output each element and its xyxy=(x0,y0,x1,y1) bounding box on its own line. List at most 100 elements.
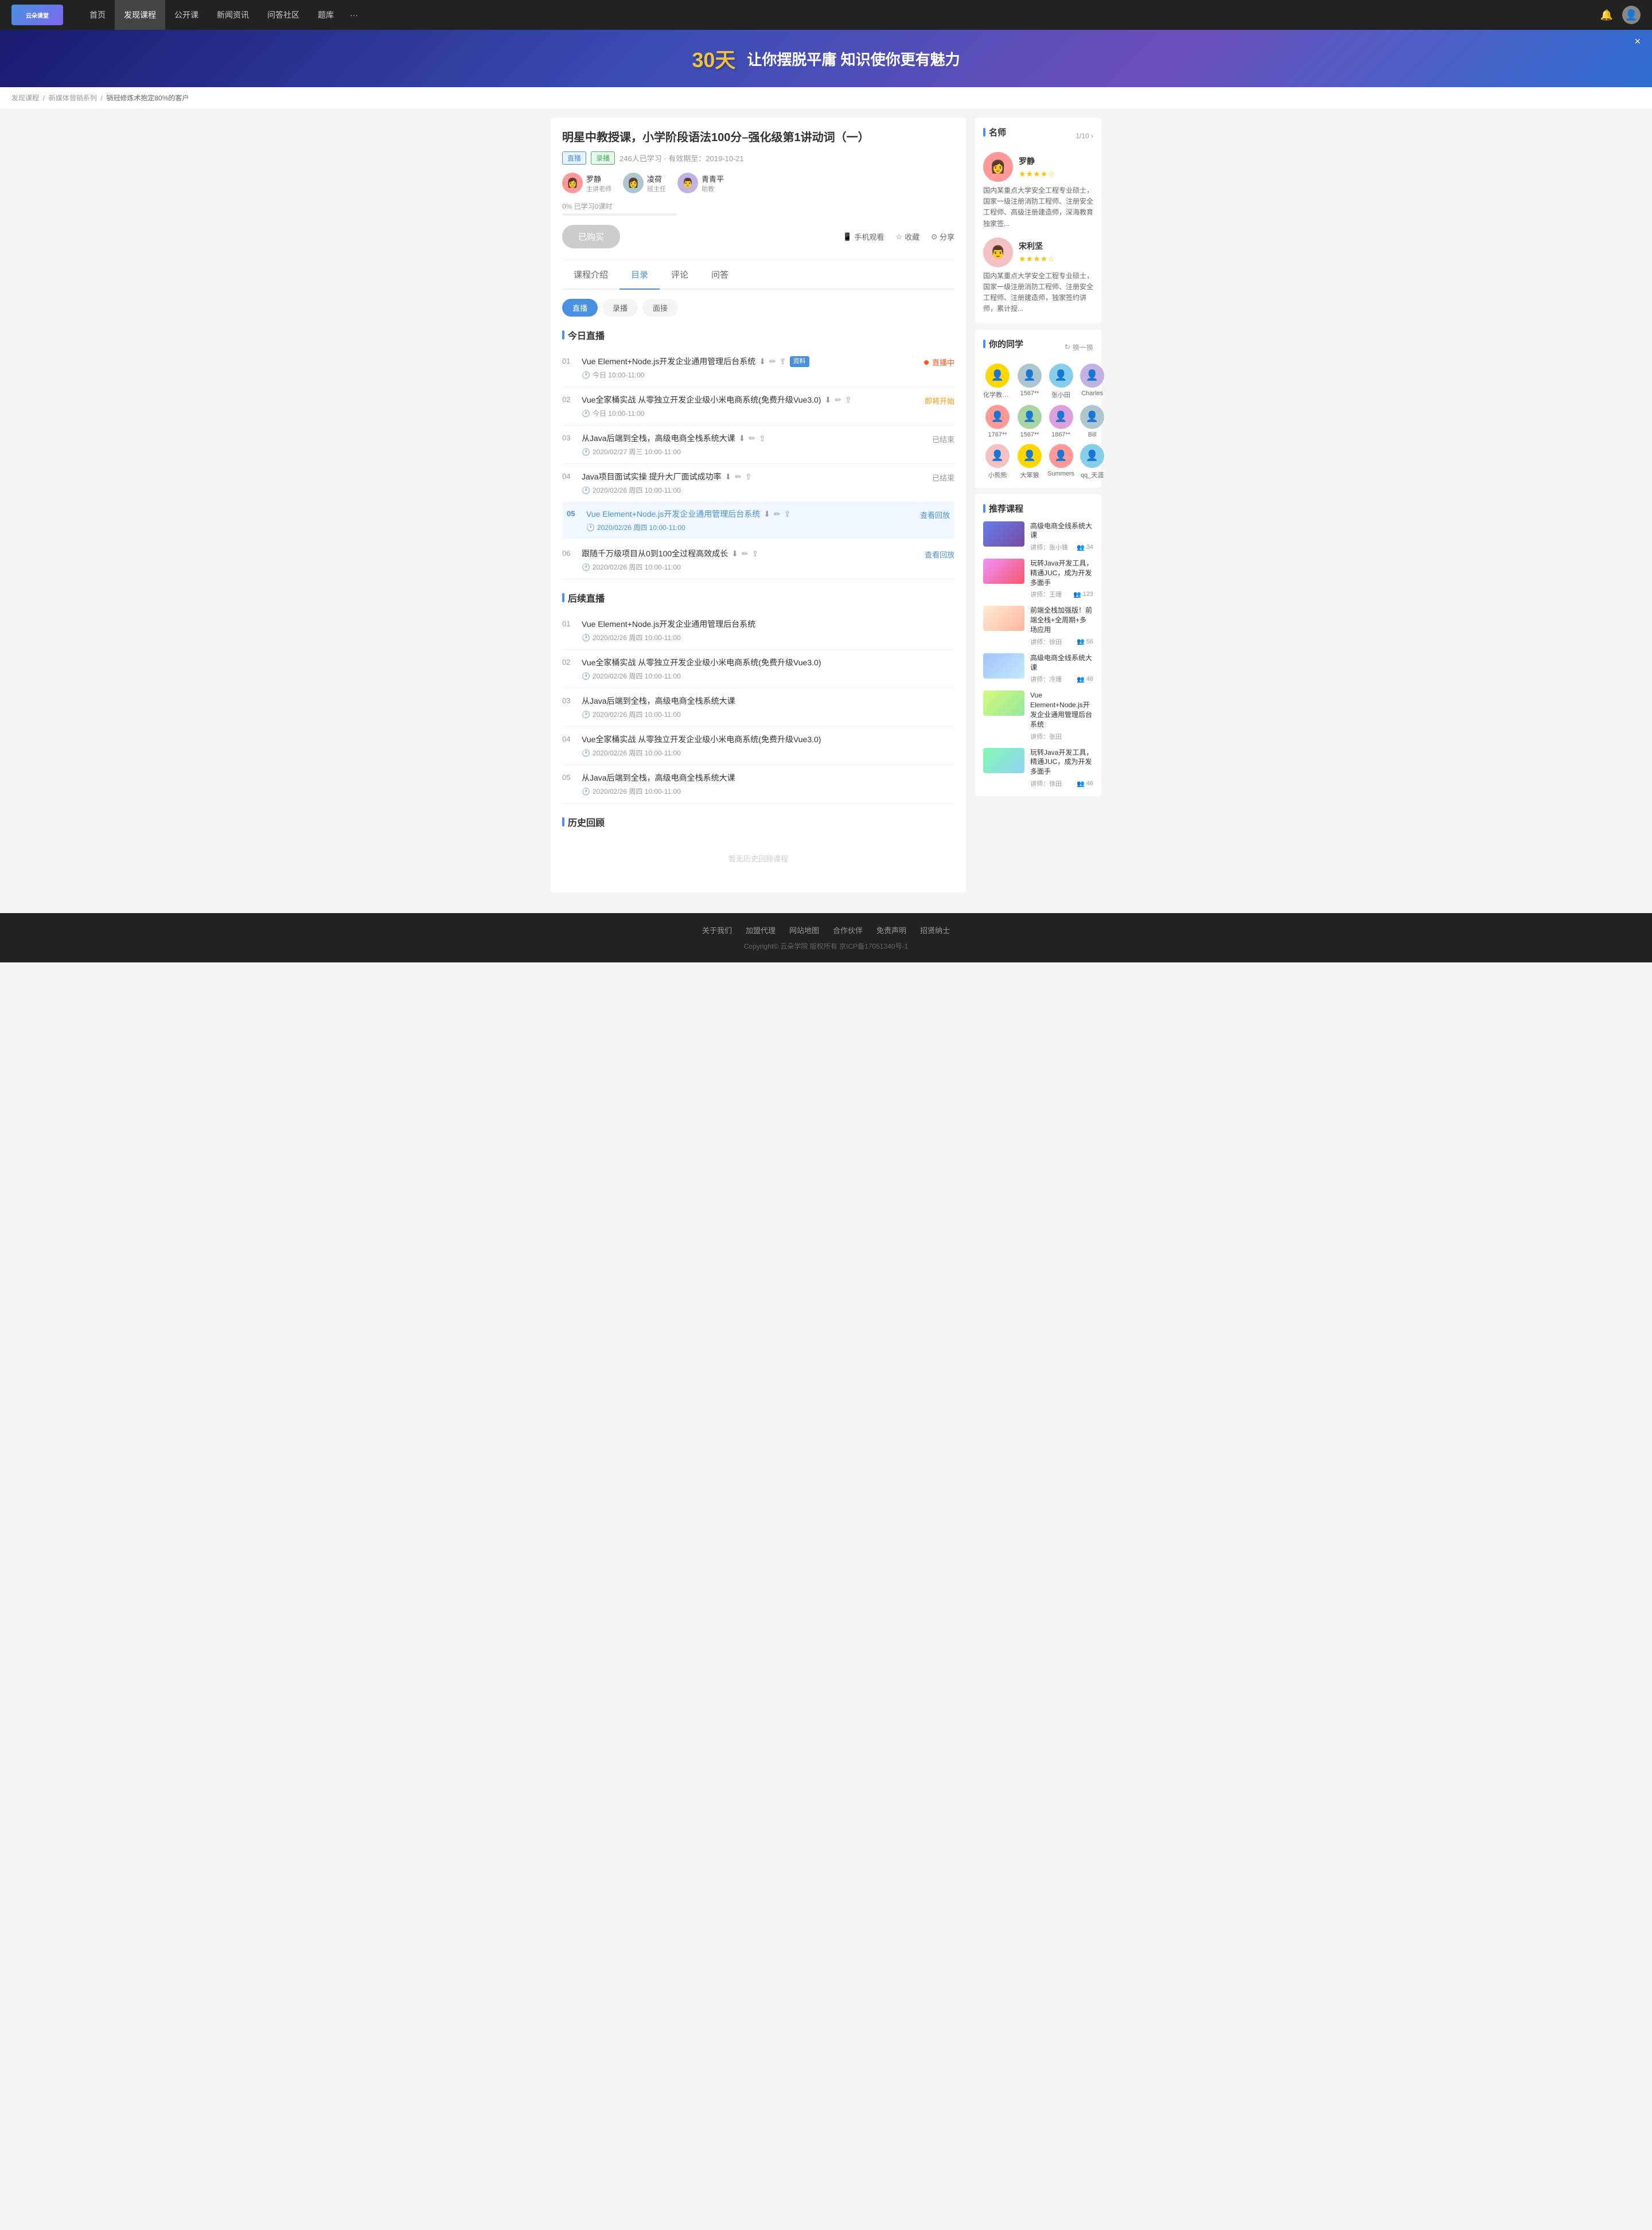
download-icon-3[interactable]: ⬇ xyxy=(739,432,746,445)
classmate-1[interactable]: 👤 化学教书... xyxy=(983,364,1012,399)
rec-lecturer-4: 讲师：冷珊 xyxy=(1030,675,1062,684)
classmate-name-6: 1567** xyxy=(1020,431,1039,438)
nav-item-qa[interactable]: 问答社区 xyxy=(258,0,309,30)
footer: 关于我们 加盟代理 网站地图 合作伙伴 免责声明 招贤纳士 Copyright©… xyxy=(0,913,1652,962)
switch-classmates-button[interactable]: ↻ 换一换 xyxy=(1065,342,1093,352)
classmate-avatar-4: 👤 xyxy=(1080,364,1104,388)
edit-icon-2[interactable]: ✏ xyxy=(835,394,841,406)
download-icon-4[interactable]: ⬇ xyxy=(724,471,731,483)
live-status-1[interactable]: 直播中 xyxy=(924,356,954,368)
classmate-6[interactable]: 👤 1567** xyxy=(1018,405,1042,438)
classmate-12[interactable]: 👤 qq_天涯 xyxy=(1080,444,1104,479)
footer-sitemap[interactable]: 网站地图 xyxy=(789,925,819,935)
share-icon-3[interactable]: ⇪ xyxy=(759,432,766,445)
live-status-2[interactable]: 即将开始 xyxy=(925,394,954,406)
collect-button[interactable]: ☆ 收藏 xyxy=(895,231,919,242)
tab-qa[interactable]: 问答 xyxy=(700,260,740,289)
rec-item-1[interactable]: 高级电商全线系统大课 讲师：张小锋 👥 34 xyxy=(983,521,1093,552)
classmate-5[interactable]: 👤 1767** xyxy=(983,405,1012,438)
edit-icon-3[interactable]: ✏ xyxy=(749,432,755,445)
rec-item-2[interactable]: 玩转Java开发工具，精通JUC，成为开发多面手 讲师：王珊 👥 123 xyxy=(983,559,1093,599)
edit-icon-6[interactable]: ✏ xyxy=(742,548,749,560)
rec-info-6: 玩转Java开发工具，精通JUC，成为开发多面手 讲师：徐田 👥 46 xyxy=(1030,748,1093,788)
sidebar-teacher-name-1[interactable]: 罗静 xyxy=(1019,155,1055,167)
rec-item-6[interactable]: 玩转Java开发工具，精通JUC，成为开发多面手 讲师：徐田 👥 46 xyxy=(983,748,1093,788)
sidebar-teacher-name-2[interactable]: 宋利坚 xyxy=(1019,240,1055,252)
teacher-nav[interactable]: 1/10 › xyxy=(1076,132,1093,140)
rec-item-4[interactable]: 高级电商全线系统大课 讲师：冷珊 👥 46 xyxy=(983,653,1093,684)
classmate-7[interactable]: 👤 1867** xyxy=(1047,405,1074,438)
edit-icon-1[interactable]: ✏ xyxy=(769,356,776,368)
logo[interactable]: 云朵课堂 xyxy=(11,5,63,25)
nav-item-discover[interactable]: 发现课程 xyxy=(115,0,165,30)
sub-tab-live[interactable]: 直播 xyxy=(562,299,598,317)
tab-comment[interactable]: 评论 xyxy=(660,260,700,289)
sub-tab-interview[interactable]: 面接 xyxy=(642,299,678,317)
nav-more[interactable]: ··· xyxy=(343,0,365,30)
banner-close-icon[interactable]: × xyxy=(1634,36,1641,48)
classmate-4[interactable]: 👤 Charles xyxy=(1080,364,1104,399)
share-button[interactable]: ⊙ 分享 xyxy=(931,231,954,242)
footer-partner[interactable]: 合作伙伴 xyxy=(833,925,863,935)
teacher-info-1: 罗静 主讲老师 xyxy=(586,173,611,193)
sidebar-teacher-desc-1: 国内某重点大学安全工程专业硕士，国家一级注册消防工程师、注册安全工程师、高级注册… xyxy=(983,185,1093,229)
live-status-3: 已结束 xyxy=(932,432,954,445)
teacher-name-3[interactable]: 青青平 xyxy=(702,173,724,184)
classmate-8[interactable]: 👤 Bill xyxy=(1080,405,1104,438)
teacher-role-1: 主讲老师 xyxy=(586,184,611,193)
bell-icon[interactable]: 🔔 xyxy=(1600,9,1613,21)
live-status-6[interactable]: 查看回放 xyxy=(925,548,954,560)
download-icon-2[interactable]: ⬇ xyxy=(824,394,831,406)
course-meta: 246人已学习 · 有效期至：2019-10-21 xyxy=(620,153,744,163)
share-icon-4[interactable]: ⇪ xyxy=(745,471,752,483)
share-icon-6[interactable]: ⇪ xyxy=(752,548,759,560)
future-name-2: Vue全家桶实战 从零独立开发企业级小米电商系统(免费升级Vue3.0) xyxy=(582,657,954,669)
share-icon-1[interactable]: ⇪ xyxy=(780,356,786,368)
download-icon-1[interactable]: ⬇ xyxy=(759,356,766,368)
breadcrumb-series[interactable]: 新媒体营销系列 xyxy=(49,94,97,102)
future-num-3: 03 xyxy=(562,695,576,705)
breadcrumb-discover[interactable]: 发现课程 xyxy=(11,94,39,102)
tab-directory[interactable]: 目录 xyxy=(620,260,660,289)
classmate-2[interactable]: 👤 1567** xyxy=(1018,364,1042,399)
share-icon-5[interactable]: ⇪ xyxy=(784,508,791,520)
rec-thumb-5 xyxy=(983,691,1024,716)
nav-item-news[interactable]: 新闻资讯 xyxy=(208,0,258,30)
people-icon-4: 👥 xyxy=(1077,676,1085,683)
nav-item-home[interactable]: 首页 xyxy=(80,0,115,30)
classmate-name-4: Charles xyxy=(1081,390,1103,397)
mobile-icon: 📱 xyxy=(843,232,852,241)
rec-info-2: 玩转Java开发工具，精通JUC，成为开发多面手 讲师：王珊 👥 123 xyxy=(1030,559,1093,599)
footer-about[interactable]: 关于我们 xyxy=(702,925,732,935)
nav-item-exam[interactable]: 题库 xyxy=(309,0,343,30)
logo-text: 云朵课堂 xyxy=(26,11,49,20)
teacher-name-2[interactable]: 凌荷 xyxy=(647,173,666,184)
tab-intro[interactable]: 课程介绍 xyxy=(562,260,620,289)
live-status-5[interactable]: 查看回放 xyxy=(920,508,950,520)
teachers-list: 👩 罗静 主讲老师 👩 凌荷 班主任 👨 青青平 助教 xyxy=(562,173,954,193)
mobile-watch-button[interactable]: 📱 手机观看 xyxy=(843,231,884,242)
footer-recruit[interactable]: 招贤纳士 xyxy=(920,925,950,935)
classmate-9[interactable]: 👤 小熊熊 xyxy=(983,444,1012,479)
download-icon-6[interactable]: ⬇ xyxy=(731,548,738,560)
rec-item-3[interactable]: 前端全栈加强版！前端全栈+全周期+多场应用 讲师：徐田 👥 56 xyxy=(983,606,1093,646)
nav-item-open[interactable]: 公开课 xyxy=(165,0,208,30)
edit-icon-4[interactable]: ✏ xyxy=(735,471,742,483)
classmate-10[interactable]: 👤 大笨狼 xyxy=(1018,444,1042,479)
rec-students-4: 👥 46 xyxy=(1077,675,1093,684)
rec-item-5[interactable]: Vue Element+Node.js开发企业通用管理后台系统 讲师：张田 xyxy=(983,691,1093,740)
edit-icon-5[interactable]: ✏ xyxy=(774,508,781,520)
classmate-11[interactable]: 👤 Summers xyxy=(1047,444,1074,479)
user-avatar[interactable]: 👤 xyxy=(1622,6,1641,24)
download-icon-5[interactable]: ⬇ xyxy=(763,508,770,520)
footer-agent[interactable]: 加盟代理 xyxy=(746,925,776,935)
future-time-1: 🕐 2020/02/26 周四 10:00-11:00 xyxy=(582,633,954,642)
classmate-name-5: 1767** xyxy=(988,431,1007,438)
share-icon-2[interactable]: ⇪ xyxy=(845,394,852,406)
sub-tab-record[interactable]: 录播 xyxy=(602,299,638,317)
teacher-section: 名师 1/10 › 👩 罗静 ★★★★☆ 国内某重点大学安全工程专业硕士，国家一… xyxy=(975,118,1101,323)
footer-disclaimer[interactable]: 免责声明 xyxy=(876,925,906,935)
teacher-name-1[interactable]: 罗静 xyxy=(586,173,611,184)
rec-thumb-3 xyxy=(983,606,1024,631)
classmate-3[interactable]: 👤 张小田 xyxy=(1047,364,1074,399)
